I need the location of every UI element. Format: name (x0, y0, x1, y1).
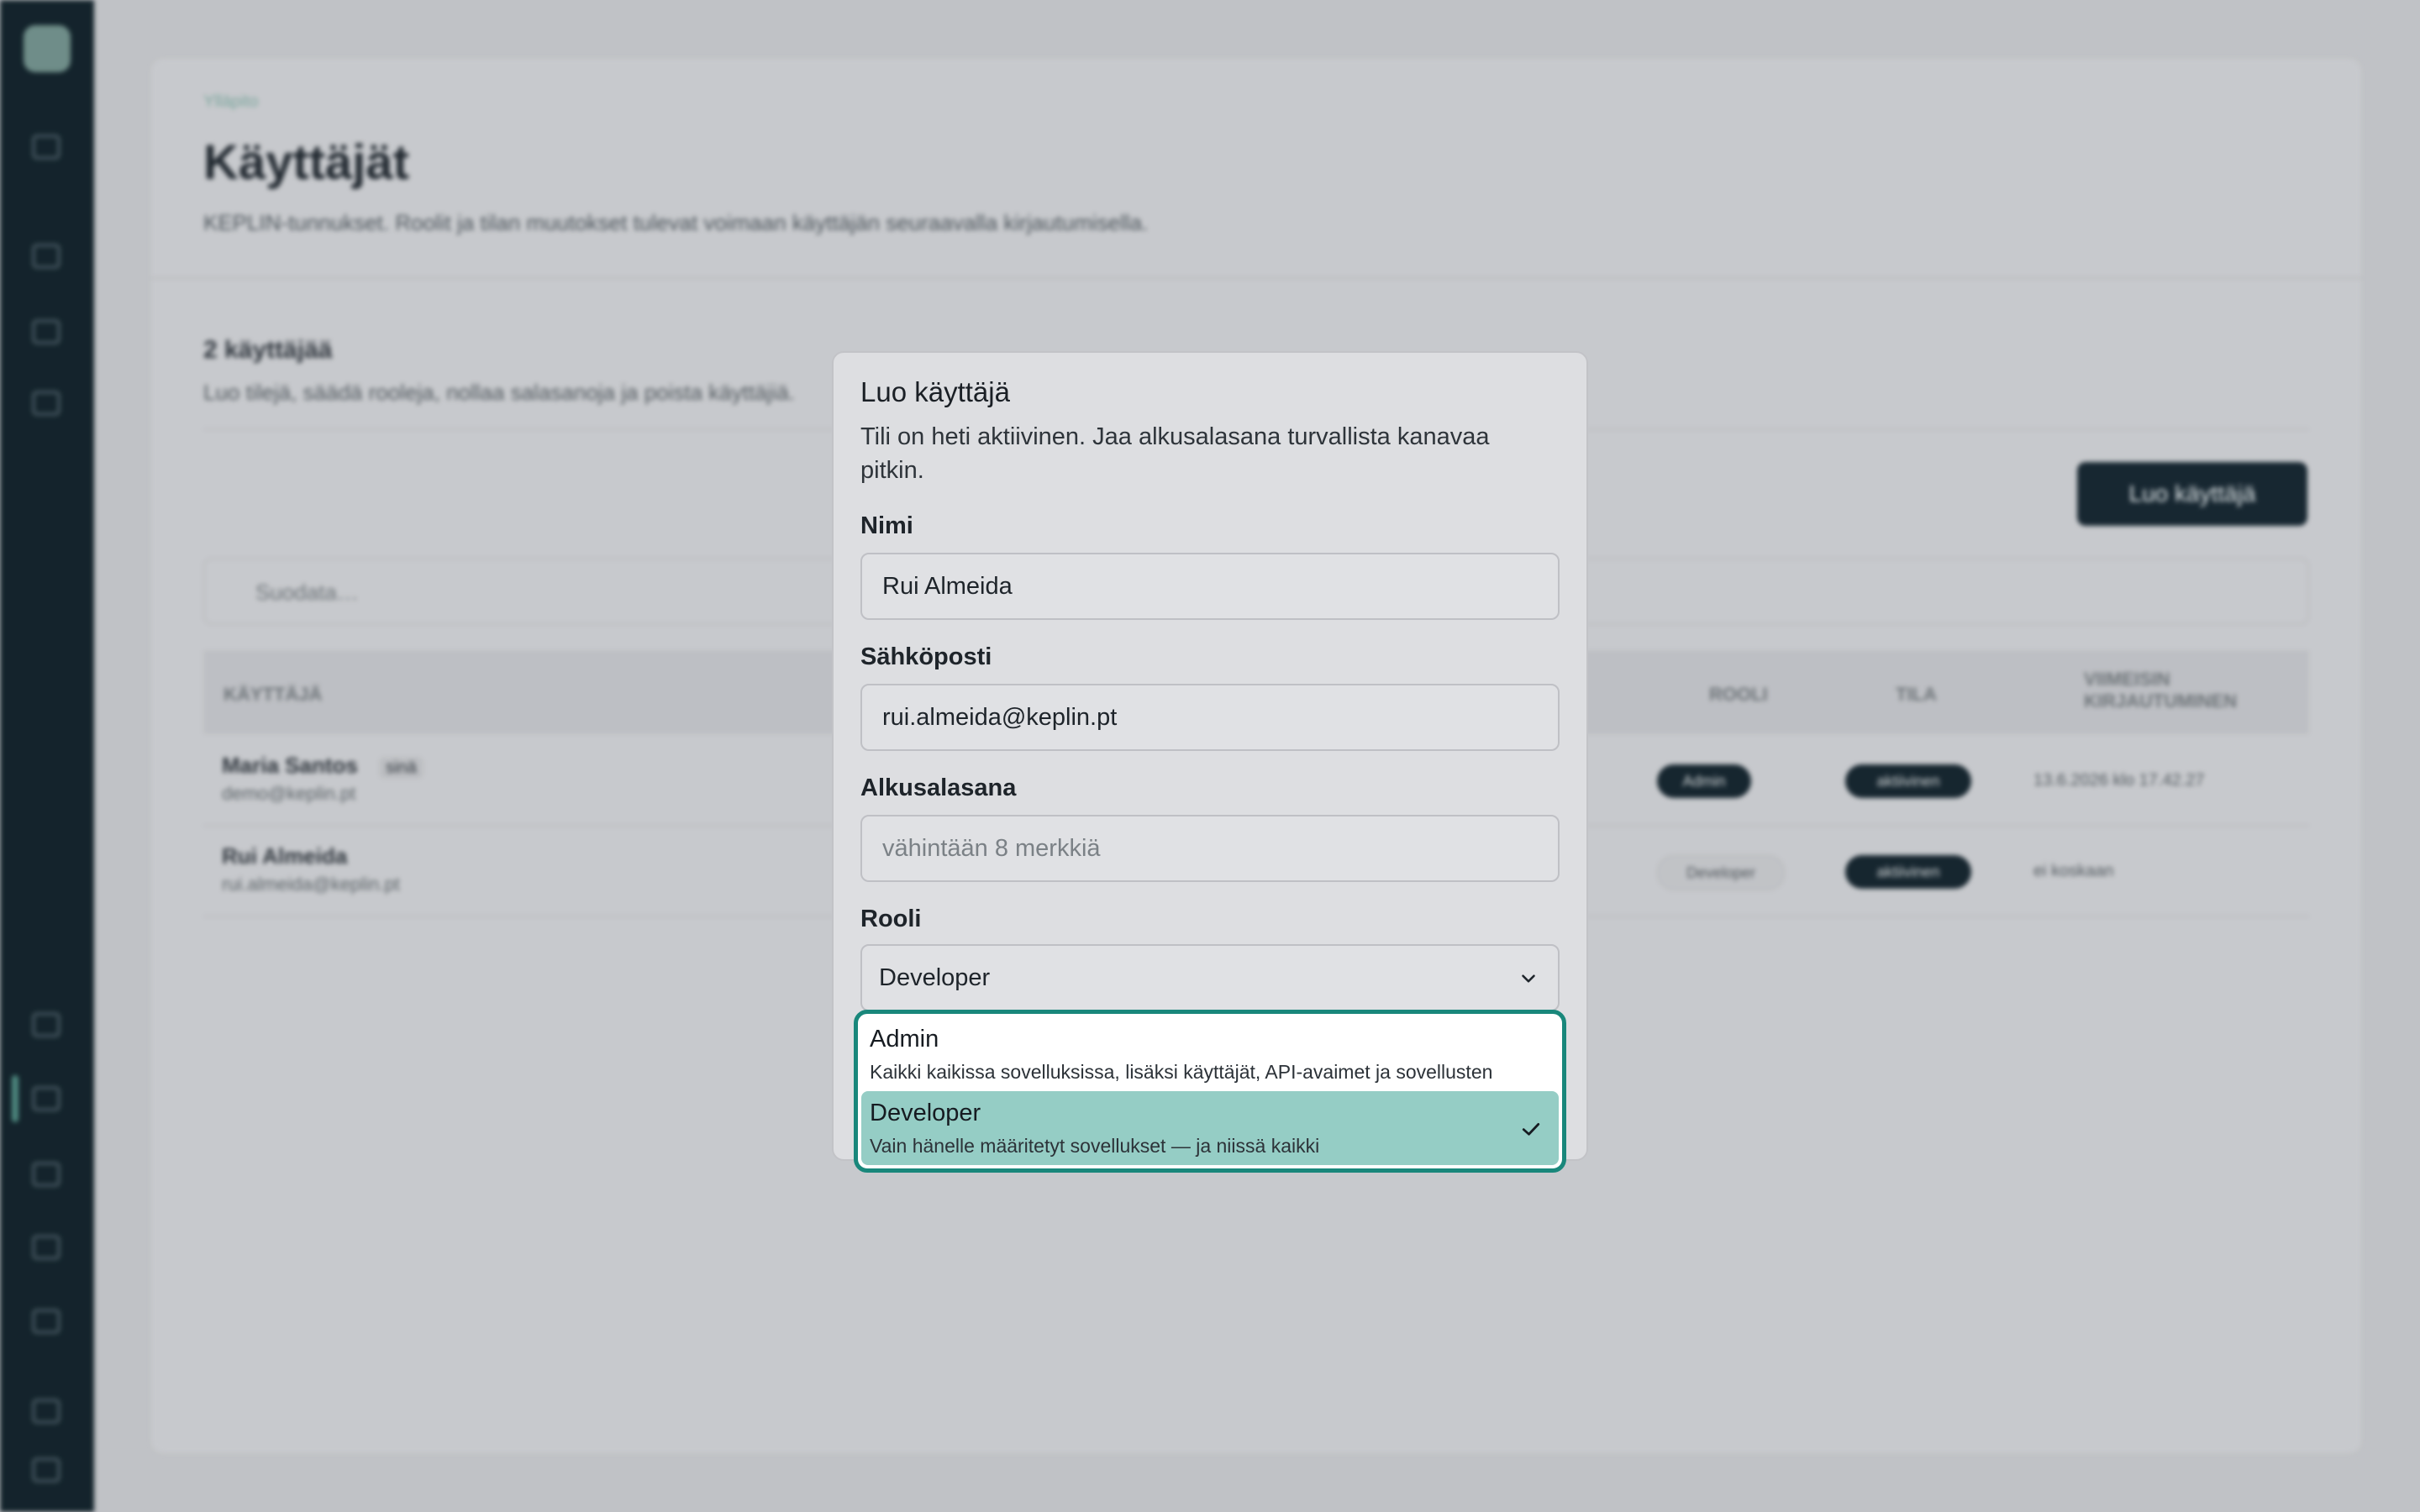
role-select[interactable]: Developer (860, 944, 1560, 1011)
role-option-admin[interactable]: Admin Kaikki kaikissa sovelluksissa, lis… (861, 1017, 1559, 1091)
option-description: Vain hänelle määritetyt sovellukset — ja… (870, 1135, 1320, 1157)
email-input[interactable] (860, 684, 1560, 751)
option-description: Kaikki kaikissa sovelluksissa, lisäksi k… (870, 1061, 1493, 1083)
role-label: Rooli (860, 906, 922, 932)
role-listbox: Admin Kaikki kaikissa sovelluksissa, lis… (854, 1010, 1566, 1173)
check-icon (1522, 1123, 1540, 1136)
chevron-down-icon (1522, 974, 1535, 983)
password-label: Alkusalasana (860, 774, 1017, 801)
option-label: Developer (870, 1100, 981, 1126)
email-label: Sähköposti (860, 643, 992, 670)
name-input[interactable] (860, 553, 1560, 620)
dialog-description: Tili on heti aktiivinen. Jaa alkusalasan… (860, 423, 1490, 484)
role-select-value: Developer (879, 964, 991, 991)
dialog-title: Luo käyttäjä (860, 376, 1010, 407)
option-label: Admin (870, 1026, 939, 1053)
name-label: Nimi (860, 512, 913, 539)
role-option-developer[interactable]: Developer Vain hänelle määritetyt sovell… (861, 1091, 1559, 1165)
password-input[interactable] (860, 815, 1560, 882)
